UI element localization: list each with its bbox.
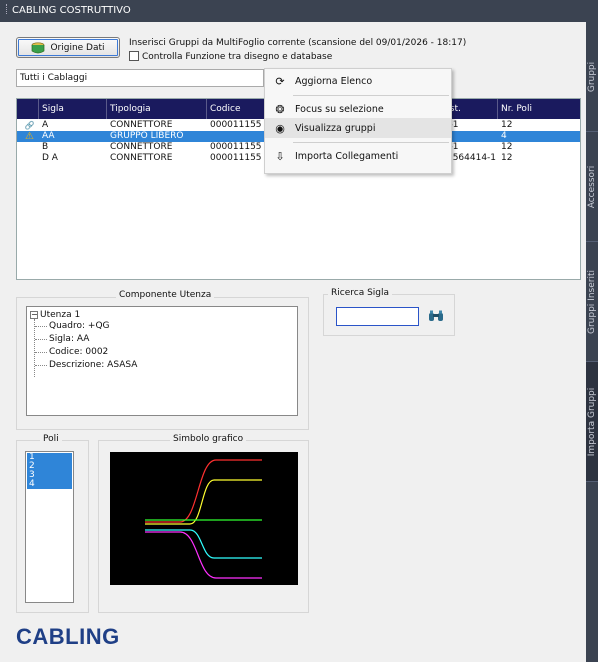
col-icon	[17, 99, 39, 119]
tree-line	[35, 352, 47, 353]
context-menu: ⟳ Aggiorna Elenco ❂ Focus su selezione ◉ Vi…	[264, 68, 452, 174]
menu-separator	[293, 95, 449, 96]
cabling-panel: CABLING COSTRUTTIVO Gruppi Accessori Gru…	[0, 0, 598, 662]
col-sigla[interactable]: Sigla	[39, 99, 107, 119]
poli-item[interactable]: 4	[27, 480, 72, 489]
col-poli[interactable]: Nr. Poli	[498, 99, 580, 119]
check-row[interactable]: Controlla Funzione tra disegno e databas…	[129, 51, 332, 62]
cell-poli: 12	[501, 120, 513, 130]
tree-node[interactable]: Descrizione: ASASA	[49, 360, 137, 370]
warning-icon: ⚠	[25, 131, 34, 142]
cell-codice	[207, 131, 265, 142]
cell-poli: 12	[501, 142, 513, 152]
tree-line	[35, 365, 47, 366]
tab-gruppi-label: Gruppi	[587, 61, 597, 92]
focus-icon: ❂	[275, 102, 285, 116]
menu-label-visualizza: Visualizza gruppi	[295, 122, 376, 134]
cabling-logo: CABLING	[16, 624, 120, 649]
cell-poli: 12	[501, 153, 513, 163]
cell-sigla: D A	[42, 153, 58, 163]
tree-line	[35, 326, 47, 327]
cell-tipologia: CONNETTORE	[110, 142, 173, 152]
tab-gruppi[interactable]: Gruppi	[586, 22, 598, 132]
col-tipologia[interactable]: Tipologia	[107, 99, 207, 119]
menu-item-visualizza[interactable]: ◉ Visualizza gruppi	[265, 118, 451, 138]
menu-label-aggiorna: Aggiorna Elenco	[295, 75, 373, 87]
binoculars-icon[interactable]	[428, 310, 444, 322]
row-icon-empty	[19, 142, 37, 153]
tree-root[interactable]: − Utenza 1	[30, 310, 80, 320]
menu-separator	[293, 142, 449, 143]
tab-importa-gruppi-label: Importa Gruppi	[587, 387, 597, 456]
cell-codice: 000011155	[210, 142, 262, 152]
ricerca-input[interactable]	[336, 307, 419, 326]
col-codice[interactable]: Codice	[207, 99, 265, 119]
tree-node[interactable]: Sigla: AA	[49, 334, 89, 344]
origine-dati-button[interactable]: Origine Dati	[16, 37, 120, 58]
tree-root-label: Utenza 1	[40, 310, 81, 320]
tab-accessori[interactable]: Accessori	[586, 132, 598, 242]
import-icon: ⇩	[275, 149, 285, 163]
check-label: Controlla Funzione tra disegno e databas…	[142, 52, 333, 62]
tab-gruppi-inseriti-label: Gruppi Inseriti	[587, 269, 597, 334]
database-icon	[32, 41, 45, 53]
tab-gruppi-inseriti[interactable]: Gruppi Inseriti	[586, 242, 598, 362]
refresh-icon: ⟳	[275, 74, 285, 88]
tree-node[interactable]: Codice: 0002	[49, 347, 108, 357]
cell-sigla: B	[42, 142, 49, 152]
window-title: CABLING COSTRUTTIVO	[12, 5, 131, 16]
info-text: Inserisci Gruppi da MultiFoglio corrente…	[129, 38, 467, 48]
componente-title: Componente Utenza	[116, 290, 215, 300]
simbolo-title: Simbolo grafico	[170, 434, 247, 444]
row-icon-empty	[19, 153, 37, 164]
tab-importa-gruppi[interactable]: Importa Gruppi	[586, 362, 598, 482]
tree-line	[35, 339, 47, 340]
collapse-icon[interactable]: −	[30, 311, 38, 319]
cell-sigla: A	[42, 120, 49, 130]
menu-label-focus: Focus su selezione	[295, 103, 384, 115]
menu-item-focus[interactable]: ❂ Focus su selezione	[265, 99, 451, 119]
menu-item-aggiorna[interactable]: ⟳ Aggiorna Elenco	[265, 71, 451, 91]
componente-tree[interactable]: − Utenza 1 Quadro: +QG Sigla: AA Codice: …	[26, 306, 298, 416]
origine-dati-label: Origine Dati	[50, 42, 105, 53]
poli-list[interactable]: 1 2 3 4	[25, 451, 74, 603]
title-bar: CABLING COSTRUTTIVO	[0, 0, 586, 22]
ricerca-title: Ricerca Sigla	[328, 288, 393, 298]
cell-tipologia: CONNETTORE	[110, 120, 173, 130]
controlla-checkbox[interactable]	[129, 51, 139, 61]
cell-tipologia: GRUPPO LIBERO	[110, 131, 184, 141]
tree-line	[34, 319, 35, 377]
cell-tipologia: CONNETTORE	[110, 153, 173, 163]
cell-sigla: AA	[42, 131, 55, 141]
eye-icon: ◉	[275, 121, 285, 135]
poli-title: Poli	[40, 434, 62, 444]
simbolo-grafico-canvas	[110, 452, 298, 585]
cell-codice: 000011155	[210, 120, 262, 130]
filter-value: Tutti i Cablaggi	[20, 73, 88, 83]
cell-codice: 000011155	[210, 153, 262, 163]
cell-poli: 4	[501, 131, 507, 141]
menu-item-importa[interactable]: ⇩ Importa Collegamenti	[265, 146, 451, 166]
link-icon: 🔗	[24, 121, 35, 130]
menu-label-importa: Importa Collegamenti	[295, 150, 399, 162]
tree-node[interactable]: Quadro: +QG	[49, 321, 110, 331]
grip-icon[interactable]	[6, 4, 8, 14]
filter-select[interactable]: Tutti i Cablaggi	[16, 69, 264, 87]
tab-accessori-label: Accessori	[587, 165, 597, 208]
